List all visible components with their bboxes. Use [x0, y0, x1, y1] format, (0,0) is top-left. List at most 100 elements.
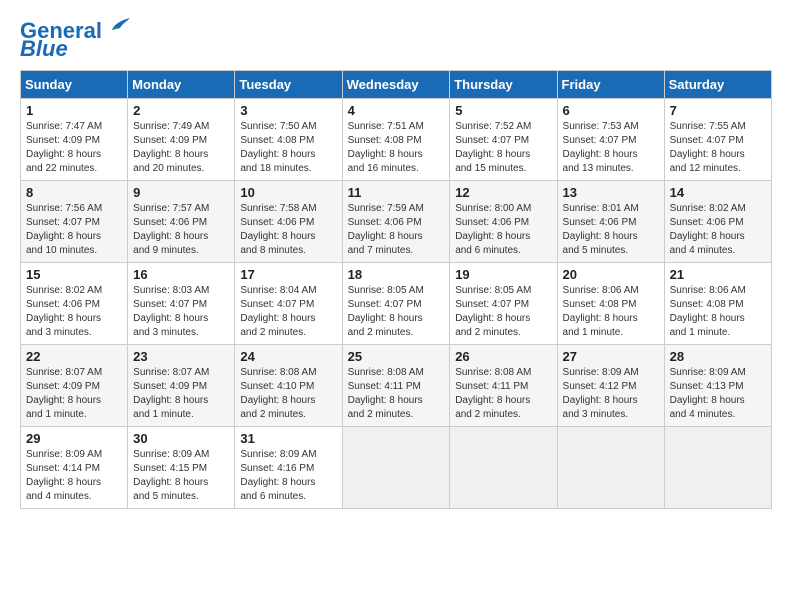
- calendar-day-cell: 12 Sunrise: 8:00 AM Sunset: 4:06 PM Dayli…: [450, 181, 557, 263]
- day-number: 18: [348, 267, 445, 282]
- day-info: Sunrise: 7:59 AM Sunset: 4:06 PM Dayligh…: [348, 202, 445, 258]
- page-header: General Blue: [20, 20, 772, 60]
- day-number: 28: [670, 349, 766, 364]
- calendar-day-cell: [664, 427, 771, 509]
- day-number: 26: [455, 349, 551, 364]
- calendar-day-cell: [450, 427, 557, 509]
- day-number: 9: [133, 185, 229, 200]
- day-number: 20: [563, 267, 659, 282]
- calendar-week-row: 22 Sunrise: 8:07 AM Sunset: 4:09 PM Dayli…: [21, 345, 772, 427]
- calendar-header-row: SundayMondayTuesdayWednesdayThursdayFrid…: [21, 71, 772, 99]
- day-number: 19: [455, 267, 551, 282]
- calendar-day-cell: 25 Sunrise: 8:08 AM Sunset: 4:11 PM Dayli…: [342, 345, 450, 427]
- weekday-header: Friday: [557, 71, 664, 99]
- weekday-header: Monday: [128, 71, 235, 99]
- day-number: 29: [26, 431, 122, 446]
- weekday-header: Thursday: [450, 71, 557, 99]
- day-info: Sunrise: 8:02 AM Sunset: 4:06 PM Dayligh…: [670, 202, 766, 258]
- day-number: 7: [670, 103, 766, 118]
- calendar-week-row: 29 Sunrise: 8:09 AM Sunset: 4:14 PM Dayli…: [21, 427, 772, 509]
- day-info: Sunrise: 8:02 AM Sunset: 4:06 PM Dayligh…: [26, 284, 122, 340]
- calendar-day-cell: 8Sunrise: 7:56 AM Sunset: 4:07 PM Daylig…: [21, 181, 128, 263]
- calendar-day-cell: 6Sunrise: 7:53 AM Sunset: 4:07 PM Daylig…: [557, 99, 664, 181]
- day-number: 6: [563, 103, 659, 118]
- day-info: Sunrise: 7:56 AM Sunset: 4:07 PM Dayligh…: [26, 202, 122, 258]
- day-info: Sunrise: 8:08 AM Sunset: 4:11 PM Dayligh…: [455, 366, 551, 422]
- day-info: Sunrise: 8:09 AM Sunset: 4:16 PM Dayligh…: [240, 448, 336, 504]
- day-info: Sunrise: 7:49 AM Sunset: 4:09 PM Dayligh…: [133, 120, 229, 176]
- day-info: Sunrise: 8:09 AM Sunset: 4:13 PM Dayligh…: [670, 366, 766, 422]
- calendar-day-cell: 4 Sunrise: 7:51 AM Sunset: 4:08 PM Daylig…: [342, 99, 450, 181]
- calendar-table: SundayMondayTuesdayWednesdayThursdayFrid…: [20, 70, 772, 509]
- day-info: Sunrise: 8:08 AM Sunset: 4:11 PM Dayligh…: [348, 366, 445, 422]
- day-info: Sunrise: 8:05 AM Sunset: 4:07 PM Dayligh…: [455, 284, 551, 340]
- calendar-day-cell: 26 Sunrise: 8:08 AM Sunset: 4:11 PM Dayli…: [450, 345, 557, 427]
- day-info: Sunrise: 8:00 AM Sunset: 4:06 PM Dayligh…: [455, 202, 551, 258]
- calendar-day-cell: 30Sunrise: 8:09 AM Sunset: 4:15 PM Dayli…: [128, 427, 235, 509]
- day-number: 31: [240, 431, 336, 446]
- calendar-day-cell: 1Sunrise: 7:47 AM Sunset: 4:09 PM Daylig…: [21, 99, 128, 181]
- day-number: 24: [240, 349, 336, 364]
- weekday-header: Saturday: [664, 71, 771, 99]
- day-info: Sunrise: 8:01 AM Sunset: 4:06 PM Dayligh…: [563, 202, 659, 258]
- day-number: 21: [670, 267, 766, 282]
- day-number: 22: [26, 349, 122, 364]
- logo-bird-icon: [104, 16, 132, 38]
- day-number: 14: [670, 185, 766, 200]
- day-number: 16: [133, 267, 229, 282]
- logo-text-blue: Blue: [20, 38, 68, 60]
- day-info: Sunrise: 7:57 AM Sunset: 4:06 PM Dayligh…: [133, 202, 229, 258]
- weekday-header: Sunday: [21, 71, 128, 99]
- calendar-day-cell: [557, 427, 664, 509]
- day-info: Sunrise: 8:03 AM Sunset: 4:07 PM Dayligh…: [133, 284, 229, 340]
- calendar-day-cell: 9 Sunrise: 7:57 AM Sunset: 4:06 PM Daylig…: [128, 181, 235, 263]
- day-info: Sunrise: 8:08 AM Sunset: 4:10 PM Dayligh…: [240, 366, 336, 422]
- calendar-day-cell: 3 Sunrise: 7:50 AM Sunset: 4:08 PM Daylig…: [235, 99, 342, 181]
- day-info: Sunrise: 8:06 AM Sunset: 4:08 PM Dayligh…: [563, 284, 659, 340]
- calendar-day-cell: 31 Sunrise: 8:09 AM Sunset: 4:16 PM Dayli…: [235, 427, 342, 509]
- calendar-day-cell: 19 Sunrise: 8:05 AM Sunset: 4:07 PM Dayli…: [450, 263, 557, 345]
- calendar-day-cell: 5 Sunrise: 7:52 AM Sunset: 4:07 PM Daylig…: [450, 99, 557, 181]
- day-info: Sunrise: 8:04 AM Sunset: 4:07 PM Dayligh…: [240, 284, 336, 340]
- calendar-day-cell: 27Sunrise: 8:09 AM Sunset: 4:12 PM Dayli…: [557, 345, 664, 427]
- calendar-day-cell: 15 Sunrise: 8:02 AM Sunset: 4:06 PM Dayli…: [21, 263, 128, 345]
- day-info: Sunrise: 8:06 AM Sunset: 4:08 PM Dayligh…: [670, 284, 766, 340]
- day-number: 11: [348, 185, 445, 200]
- day-info: Sunrise: 8:07 AM Sunset: 4:09 PM Dayligh…: [26, 366, 122, 422]
- day-info: Sunrise: 7:52 AM Sunset: 4:07 PM Dayligh…: [455, 120, 551, 176]
- calendar-week-row: 1Sunrise: 7:47 AM Sunset: 4:09 PM Daylig…: [21, 99, 772, 181]
- calendar-week-row: 15 Sunrise: 8:02 AM Sunset: 4:06 PM Dayli…: [21, 263, 772, 345]
- day-number: 4: [348, 103, 445, 118]
- calendar-day-cell: 20 Sunrise: 8:06 AM Sunset: 4:08 PM Dayli…: [557, 263, 664, 345]
- calendar-day-cell: 21 Sunrise: 8:06 AM Sunset: 4:08 PM Dayli…: [664, 263, 771, 345]
- calendar-week-row: 8Sunrise: 7:56 AM Sunset: 4:07 PM Daylig…: [21, 181, 772, 263]
- day-number: 5: [455, 103, 551, 118]
- day-number: 17: [240, 267, 336, 282]
- calendar-day-cell: 28 Sunrise: 8:09 AM Sunset: 4:13 PM Dayli…: [664, 345, 771, 427]
- calendar-day-cell: 17 Sunrise: 8:04 AM Sunset: 4:07 PM Dayli…: [235, 263, 342, 345]
- calendar-day-cell: 23 Sunrise: 8:07 AM Sunset: 4:09 PM Dayli…: [128, 345, 235, 427]
- day-number: 2: [133, 103, 229, 118]
- day-info: Sunrise: 8:09 AM Sunset: 4:12 PM Dayligh…: [563, 366, 659, 422]
- day-info: Sunrise: 7:51 AM Sunset: 4:08 PM Dayligh…: [348, 120, 445, 176]
- day-info: Sunrise: 7:50 AM Sunset: 4:08 PM Dayligh…: [240, 120, 336, 176]
- weekday-header: Wednesday: [342, 71, 450, 99]
- weekday-header: Tuesday: [235, 71, 342, 99]
- day-number: 23: [133, 349, 229, 364]
- calendar-day-cell: 29 Sunrise: 8:09 AM Sunset: 4:14 PM Dayli…: [21, 427, 128, 509]
- day-number: 15: [26, 267, 122, 282]
- calendar-day-cell: 14 Sunrise: 8:02 AM Sunset: 4:06 PM Dayli…: [664, 181, 771, 263]
- day-info: Sunrise: 8:09 AM Sunset: 4:14 PM Dayligh…: [26, 448, 122, 504]
- day-number: 13: [563, 185, 659, 200]
- day-info: Sunrise: 7:58 AM Sunset: 4:06 PM Dayligh…: [240, 202, 336, 258]
- day-number: 12: [455, 185, 551, 200]
- day-number: 30: [133, 431, 229, 446]
- day-info: Sunrise: 7:47 AM Sunset: 4:09 PM Dayligh…: [26, 120, 122, 176]
- calendar-day-cell: 10Sunrise: 7:58 AM Sunset: 4:06 PM Dayli…: [235, 181, 342, 263]
- calendar-day-cell: 11 Sunrise: 7:59 AM Sunset: 4:06 PM Dayli…: [342, 181, 450, 263]
- day-number: 3: [240, 103, 336, 118]
- day-info: Sunrise: 7:55 AM Sunset: 4:07 PM Dayligh…: [670, 120, 766, 176]
- day-number: 25: [348, 349, 445, 364]
- calendar-day-cell: 16 Sunrise: 8:03 AM Sunset: 4:07 PM Dayli…: [128, 263, 235, 345]
- day-info: Sunrise: 8:07 AM Sunset: 4:09 PM Dayligh…: [133, 366, 229, 422]
